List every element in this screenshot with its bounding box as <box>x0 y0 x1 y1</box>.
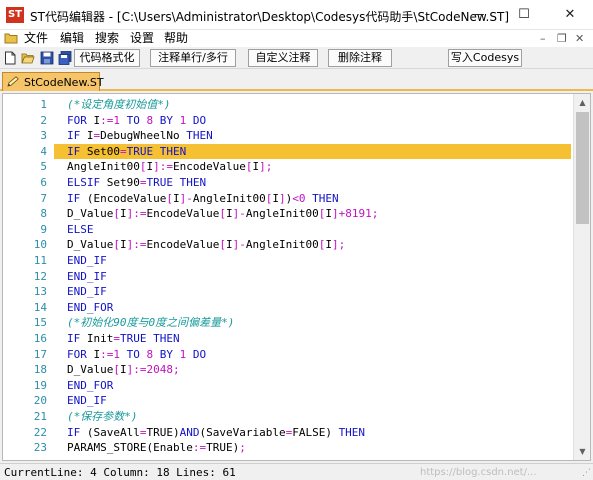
code-line[interactable]: (*设定角度初始值*) <box>67 97 171 113</box>
menu-edit[interactable]: 编辑 <box>60 31 84 46</box>
scroll-up-arrow-icon[interactable]: ▲ <box>574 94 590 111</box>
line-number: 17 <box>33 347 47 361</box>
close-button[interactable]: ✕ <box>547 0 593 30</box>
menu-file[interactable]: 文件 <box>24 31 48 46</box>
code-line[interactable]: AngleInit00[I]:=EncodeValue[I]; <box>67 159 272 175</box>
format-code-button[interactable]: 代码格式化 <box>74 49 140 67</box>
line-number: 15 <box>33 316 47 330</box>
code-line[interactable]: IF (EncodeValue[I]-AngleInit00[I])<0 THE… <box>67 191 339 207</box>
line-number: 2 <box>40 113 47 127</box>
custom-comment-button[interactable]: 自定义注释 <box>248 49 318 67</box>
app-logo-icon: ST <box>6 7 24 23</box>
code-line[interactable]: END_FOR <box>67 300 113 316</box>
resize-grip-icon[interactable]: ⋰ <box>582 468 591 478</box>
mdi-minimize-button[interactable]: – <box>540 31 546 46</box>
code-line[interactable]: END_IF <box>67 269 107 285</box>
mdi-restore-button[interactable]: ❐ <box>557 31 567 46</box>
folder-icon[interactable] <box>4 31 18 45</box>
code-line[interactable]: D_Value[I]:=EncodeValue[I]-AngleInit00[I… <box>67 206 378 222</box>
window-title: ST代码编辑器 - [C:\Users\Administrator\Deskto… <box>30 10 510 24</box>
line-number: 1 <box>40 98 47 111</box>
code-line[interactable]: PARAMS_STORE(Enable:=TRUE); <box>67 440 246 456</box>
line-number: 9 <box>40 222 47 236</box>
pencil-icon <box>7 76 19 87</box>
line-number: 20 <box>33 394 47 408</box>
code-line[interactable]: END_FOR <box>67 378 113 394</box>
code-line[interactable]: ELSE <box>67 222 94 238</box>
line-number: 18 <box>33 363 47 377</box>
menu-settings[interactable]: 设置 <box>130 31 154 46</box>
tab-strip: StCodeNew.ST <box>0 69 593 91</box>
code-line[interactable]: (*初始化90度与0度之间偏差量*) <box>67 315 234 331</box>
line-number: 12 <box>33 269 47 283</box>
code-line[interactable]: D_Value[I]:=EncodeValue[I]-AngleInit00[I… <box>67 237 345 253</box>
line-number: 23 <box>33 441 47 455</box>
scroll-down-arrow-icon[interactable]: ▼ <box>574 443 590 460</box>
vertical-scrollbar[interactable]: ▲ ▼ <box>573 94 590 460</box>
code-line[interactable]: (*保存参数*) <box>67 409 138 425</box>
watermark-text: https://blog.csdn.net/... <box>420 467 537 478</box>
status-text: CurrentLine: 4 Column: 18 Lines: 61 <box>4 466 236 479</box>
line-number: 4 <box>40 144 47 158</box>
code-line[interactable]: FOR I:=1 TO 8 BY 1 DO <box>67 113 206 129</box>
code-line[interactable]: IF Init=TRUE THEN <box>67 331 180 347</box>
open-folder-icon[interactable] <box>21 51 35 65</box>
maximize-button[interactable]: ☐ <box>501 0 547 30</box>
line-number: 10 <box>33 238 47 252</box>
line-number: 3 <box>40 129 47 143</box>
menu-bar: 文件 编辑 搜索 设置 帮助 – ❐ ✕ <box>0 30 593 47</box>
code-line[interactable]: END_IF <box>67 253 107 269</box>
code-line[interactable]: D_Value[I]:=2048; <box>67 362 180 378</box>
code-line[interactable]: FOR I:=1 TO 8 BY 1 DO <box>67 347 206 363</box>
code-editor[interactable]: 1 (*设定角度初始值*) 2 FOR I:=1 TO 8 BY 1 DO 3 IF I=… <box>2 93 591 461</box>
line-number: 19 <box>33 378 47 392</box>
title-bar: ST ST代码编辑器 - [C:\Users\Administrator\Des… <box>0 0 593 30</box>
line-number: 5 <box>40 160 47 174</box>
toolbar: 代码格式化 注释单行/多行 自定义注释 删除注释 写入Codesys <box>0 47 593 69</box>
status-bar: CurrentLine: 4 Column: 18 Lines: 61 http… <box>0 463 593 480</box>
line-number: 8 <box>40 207 47 221</box>
code-line[interactable]: END_IF <box>67 393 107 409</box>
save-icon[interactable] <box>40 51 54 65</box>
save-all-icon[interactable] <box>58 51 72 65</box>
delete-comment-button[interactable]: 删除注释 <box>328 49 392 67</box>
code-line[interactable]: IF I=DebugWheelNo THEN <box>67 128 213 144</box>
line-number: 16 <box>33 332 47 345</box>
code-line[interactable]: IF (SaveAll=TRUE)AND(SaveVariable=FALSE)… <box>67 425 365 441</box>
code-line[interactable]: END_IF <box>67 284 107 300</box>
line-number: 21 <box>33 410 47 423</box>
code-line[interactable]: IF Set00=TRUE THEN <box>67 144 186 160</box>
menu-help[interactable]: 帮助 <box>164 31 188 46</box>
new-file-icon[interactable] <box>3 51 17 65</box>
toggle-comment-button[interactable]: 注释单行/多行 <box>150 49 236 67</box>
tab-stcodenew[interactable]: StCodeNew.ST <box>2 72 104 91</box>
menu-search[interactable]: 搜索 <box>95 31 119 46</box>
minimize-button[interactable]: — <box>455 0 501 30</box>
code-line[interactable]: ELSIF Set90=TRUE THEN <box>67 175 206 191</box>
line-number: 22 <box>33 425 47 439</box>
scrollbar-thumb[interactable] <box>576 112 589 224</box>
mdi-close-button[interactable]: ✕ <box>575 31 584 46</box>
line-number: 7 <box>40 191 47 205</box>
line-number: 14 <box>33 300 47 314</box>
tab-label: StCodeNew.ST <box>24 76 104 89</box>
line-number: 6 <box>40 176 47 189</box>
line-number: 13 <box>33 285 47 299</box>
line-number: 11 <box>33 254 47 267</box>
write-codesys-button[interactable]: 写入Codesys <box>448 49 522 67</box>
